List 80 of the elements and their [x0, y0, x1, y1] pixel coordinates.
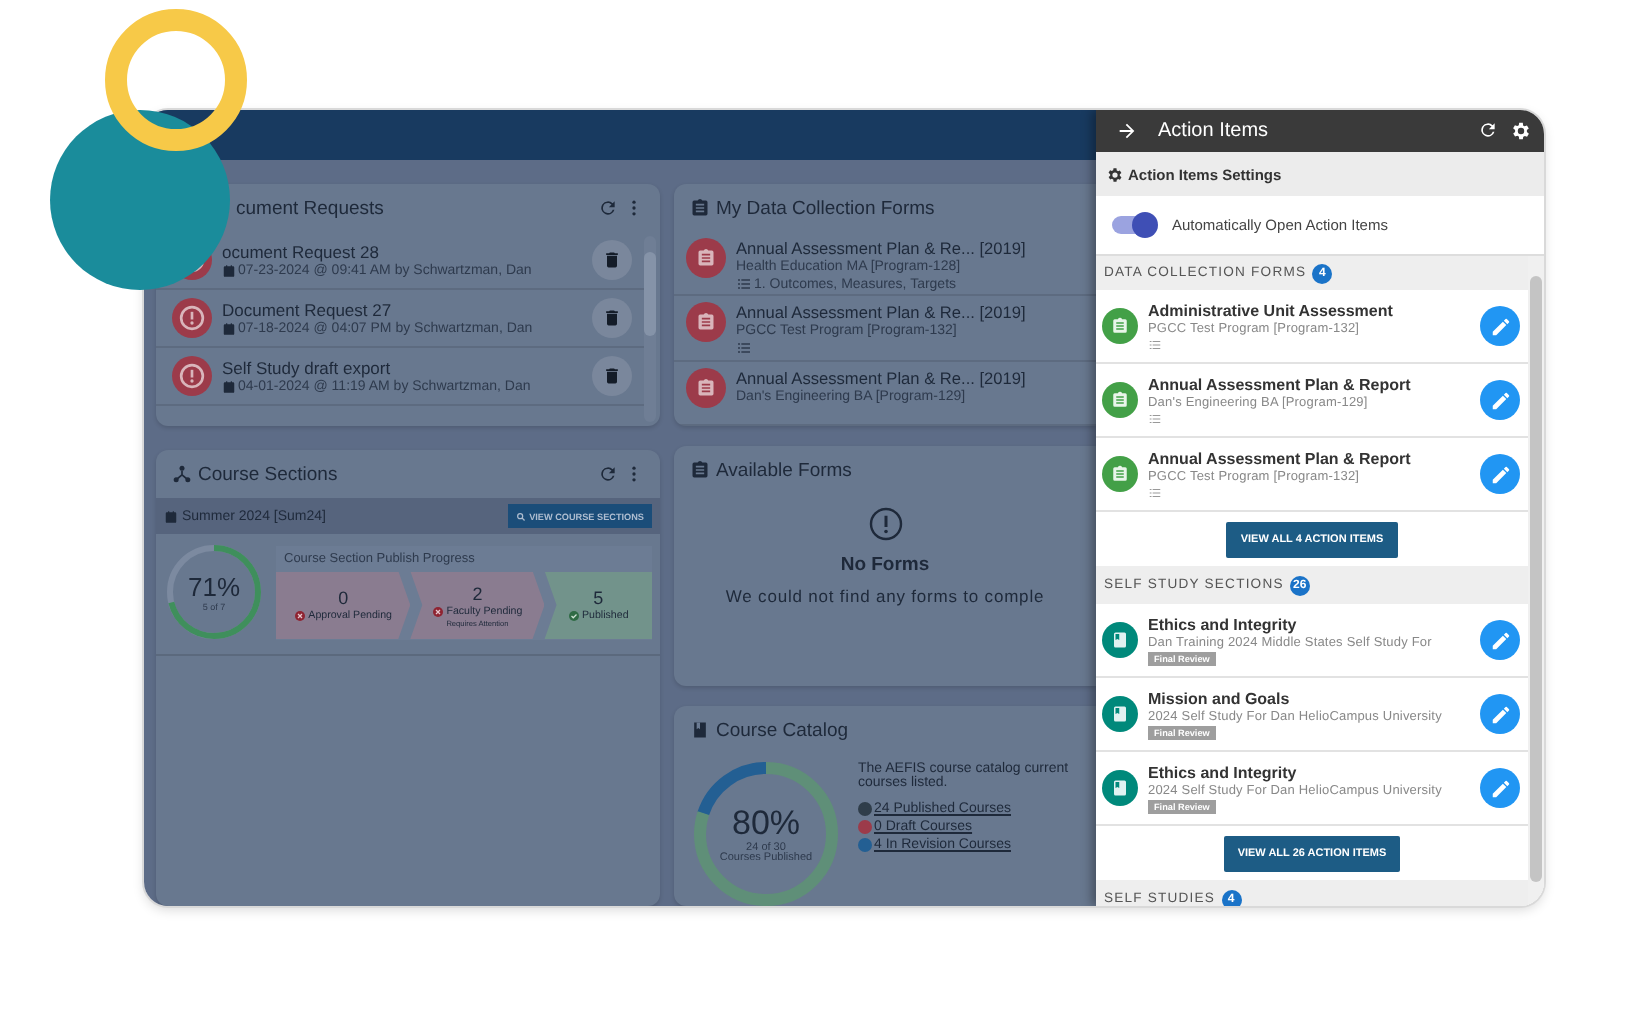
empty-message: We could not find any forms to comple [725, 586, 1045, 606]
form-title: Annual Assessment Plan & Re... [2019] [736, 238, 1026, 258]
stage-count: 0 [338, 588, 349, 608]
list-icon [736, 276, 752, 292]
trash-icon [602, 366, 622, 386]
decorative-ring [105, 9, 247, 151]
request-title: ocument Request 28 [222, 242, 381, 262]
card-title: cument Requests [236, 197, 384, 219]
edit-button[interactable] [1480, 306, 1520, 346]
calendar-icon [222, 380, 236, 394]
pencil-icon [1489, 629, 1511, 651]
edit-button[interactable] [1480, 620, 1520, 660]
alert-icon [172, 298, 212, 338]
delete-button[interactable] [592, 356, 632, 396]
book-icon [1102, 770, 1138, 806]
calendar-icon [222, 322, 236, 336]
alert-icon [172, 356, 212, 396]
catalog-percent: 80% [731, 803, 801, 842]
clipboard-icon [1102, 456, 1138, 492]
network-icon [172, 464, 192, 484]
check-circle-icon [568, 610, 580, 622]
edit-button[interactable] [1480, 380, 1520, 420]
card-title: Available Forms [716, 459, 852, 481]
x-circle-icon [432, 605, 445, 617]
toggle-switch[interactable] [1112, 216, 1156, 234]
clipboard-icon [690, 460, 710, 480]
clipboard-icon [1102, 308, 1138, 344]
item-title[interactable]: Ethics and Integrity [1148, 615, 1470, 633]
clipboard-icon [686, 238, 726, 278]
exclamation-circle-icon [867, 506, 903, 542]
pencil-icon [1489, 703, 1511, 725]
pencil-icon [1489, 315, 1511, 337]
item-title[interactable]: Administrative Unit Assessment [1148, 301, 1470, 319]
edit-button[interactable] [1480, 694, 1520, 734]
pencil-icon [1489, 389, 1511, 411]
empty-title: No Forms [840, 554, 930, 576]
pencil-icon [1489, 463, 1511, 485]
stage-count: 5 [593, 588, 604, 608]
delete-button[interactable] [592, 298, 632, 338]
delete-button[interactable] [592, 240, 632, 280]
stage-count: 2 [472, 583, 483, 603]
book-icon [1102, 696, 1138, 732]
settings-icon [1106, 165, 1124, 183]
progress-donut [164, 542, 264, 642]
clipboard-icon [686, 367, 726, 408]
request-title: Self Study draft export [222, 358, 393, 378]
item-title[interactable]: Ethics and Integrity [1148, 763, 1470, 781]
progress-percent: 71% [187, 572, 241, 602]
edit-button[interactable] [1480, 768, 1520, 808]
arrow-right-icon[interactable] [1116, 120, 1138, 142]
item-title[interactable]: Annual Assessment Plan & Report [1148, 375, 1470, 393]
calendar-icon [164, 509, 178, 523]
book-icon [1102, 622, 1138, 658]
x-circle-icon [294, 610, 307, 622]
settings-icon[interactable] [1510, 120, 1532, 142]
item-title[interactable]: Annual Assessment Plan & Report [1148, 449, 1470, 467]
scrollbar[interactable] [644, 236, 656, 422]
refresh-icon[interactable] [1478, 120, 1498, 140]
trash-icon [602, 250, 622, 270]
trash-icon [602, 308, 622, 328]
clipboard-icon [1102, 382, 1138, 418]
list-icon [736, 340, 752, 357]
card-title: My Data Collection Forms [716, 197, 935, 219]
list-icon [1148, 337, 1162, 351]
search-icon [515, 511, 526, 521]
item-title[interactable]: Mission and Goals [1148, 689, 1470, 707]
form-title: Annual Assessment Plan & Re... [2019] [736, 302, 1026, 323]
clipboard-icon [690, 198, 710, 218]
card-title: Course Catalog [716, 719, 849, 741]
list-icon [1148, 485, 1162, 499]
book-icon [690, 720, 710, 740]
calendar-icon [222, 264, 236, 278]
request-title: Document Request 27 [222, 300, 394, 320]
clipboard-icon [686, 302, 726, 343]
form-title: Annual Assessment Plan & Re... [2019] [736, 367, 1026, 388]
panel-title: Action Items [1158, 120, 1269, 142]
edit-button[interactable] [1480, 454, 1520, 494]
pencil-icon [1489, 777, 1511, 799]
card-title: Course Sections [198, 463, 338, 485]
list-icon [1148, 411, 1162, 425]
